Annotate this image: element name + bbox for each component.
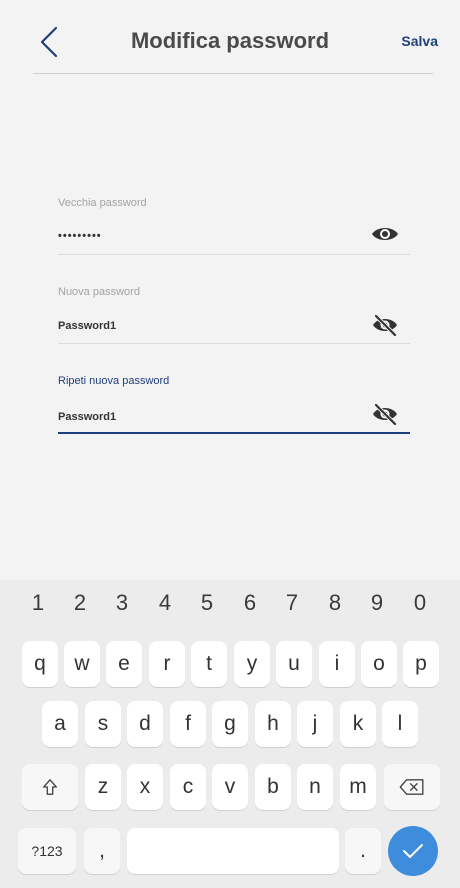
key-y[interactable]: y [234, 641, 270, 687]
key-j[interactable]: j [297, 701, 333, 747]
check-icon [403, 844, 423, 858]
repeat-password-label: Ripeti nuova password [58, 375, 170, 387]
key-7[interactable]: 7 [274, 590, 310, 616]
key-g[interactable]: g [212, 701, 248, 747]
number-row: 1 2 3 4 5 6 7 8 9 0 [0, 580, 460, 630]
key-q[interactable]: q [22, 641, 58, 687]
key-m[interactable]: m [340, 764, 376, 810]
key-x[interactable]: x [127, 764, 163, 810]
key-6[interactable]: 6 [232, 590, 268, 616]
key-9[interactable]: 9 [359, 590, 395, 616]
key-5[interactable]: 5 [189, 590, 225, 616]
new-password-label: Nuova password [58, 286, 140, 298]
key-p[interactable]: p [403, 641, 439, 687]
old-password-input[interactable] [58, 224, 358, 248]
enter-key[interactable] [388, 826, 438, 876]
key-4[interactable]: 4 [147, 590, 183, 616]
old-password-underline [58, 254, 410, 255]
eye-off-icon [373, 314, 397, 336]
key-h[interactable]: h [255, 701, 291, 747]
header-divider [33, 73, 433, 74]
key-f[interactable]: f [170, 701, 206, 747]
page-title: Modifica password [130, 28, 330, 53]
key-e[interactable]: e [106, 641, 142, 687]
key-3[interactable]: 3 [104, 590, 140, 616]
save-button[interactable]: Salva [401, 33, 438, 49]
key-o[interactable]: o [361, 641, 397, 687]
eye-icon [372, 228, 398, 240]
period-key[interactable]: . [345, 828, 381, 874]
key-8[interactable]: 8 [317, 590, 353, 616]
key-u[interactable]: u [276, 641, 312, 687]
shift-icon [43, 779, 57, 795]
key-a[interactable]: a [42, 701, 78, 747]
key-d[interactable]: d [127, 701, 163, 747]
new-password-input[interactable] [58, 314, 358, 338]
toggle-repeat-password-visibility[interactable] [370, 403, 400, 425]
key-k[interactable]: k [340, 701, 376, 747]
key-1[interactable]: 1 [20, 590, 56, 616]
new-password-underline [58, 343, 410, 344]
repeat-password-field: Ripeti nuova password [58, 375, 410, 437]
space-key[interactable] [127, 828, 339, 874]
symbols-key[interactable]: ?123 [18, 828, 76, 874]
change-password-screen: Modifica password Salva Vecchia password… [0, 0, 460, 580]
old-password-label: Vecchia password [58, 197, 147, 209]
old-password-field: Vecchia password [58, 197, 410, 257]
comma-key[interactable]: , [84, 828, 120, 874]
key-t[interactable]: t [191, 641, 227, 687]
key-0[interactable]: 0 [402, 590, 438, 616]
key-l[interactable]: l [382, 701, 418, 747]
key-2[interactable]: 2 [62, 590, 98, 616]
backspace-icon [399, 779, 424, 795]
repeat-password-input[interactable] [58, 405, 358, 429]
toggle-old-password-visibility[interactable] [370, 223, 400, 245]
shift-key[interactable] [22, 764, 78, 810]
key-v[interactable]: v [212, 764, 248, 810]
key-i[interactable]: i [319, 641, 355, 687]
key-n[interactable]: n [297, 764, 333, 810]
toggle-new-password-visibility[interactable] [370, 314, 400, 336]
key-b[interactable]: b [255, 764, 291, 810]
key-r[interactable]: r [149, 641, 185, 687]
header: Modifica password Salva [0, 0, 460, 74]
new-password-field: Nuova password [58, 286, 410, 346]
backspace-key[interactable] [384, 764, 440, 810]
key-z[interactable]: z [85, 764, 121, 810]
key-w[interactable]: w [64, 641, 100, 687]
key-s[interactable]: s [85, 701, 121, 747]
repeat-password-underline [58, 432, 410, 434]
key-c[interactable]: c [170, 764, 206, 810]
eye-off-icon [373, 403, 397, 425]
